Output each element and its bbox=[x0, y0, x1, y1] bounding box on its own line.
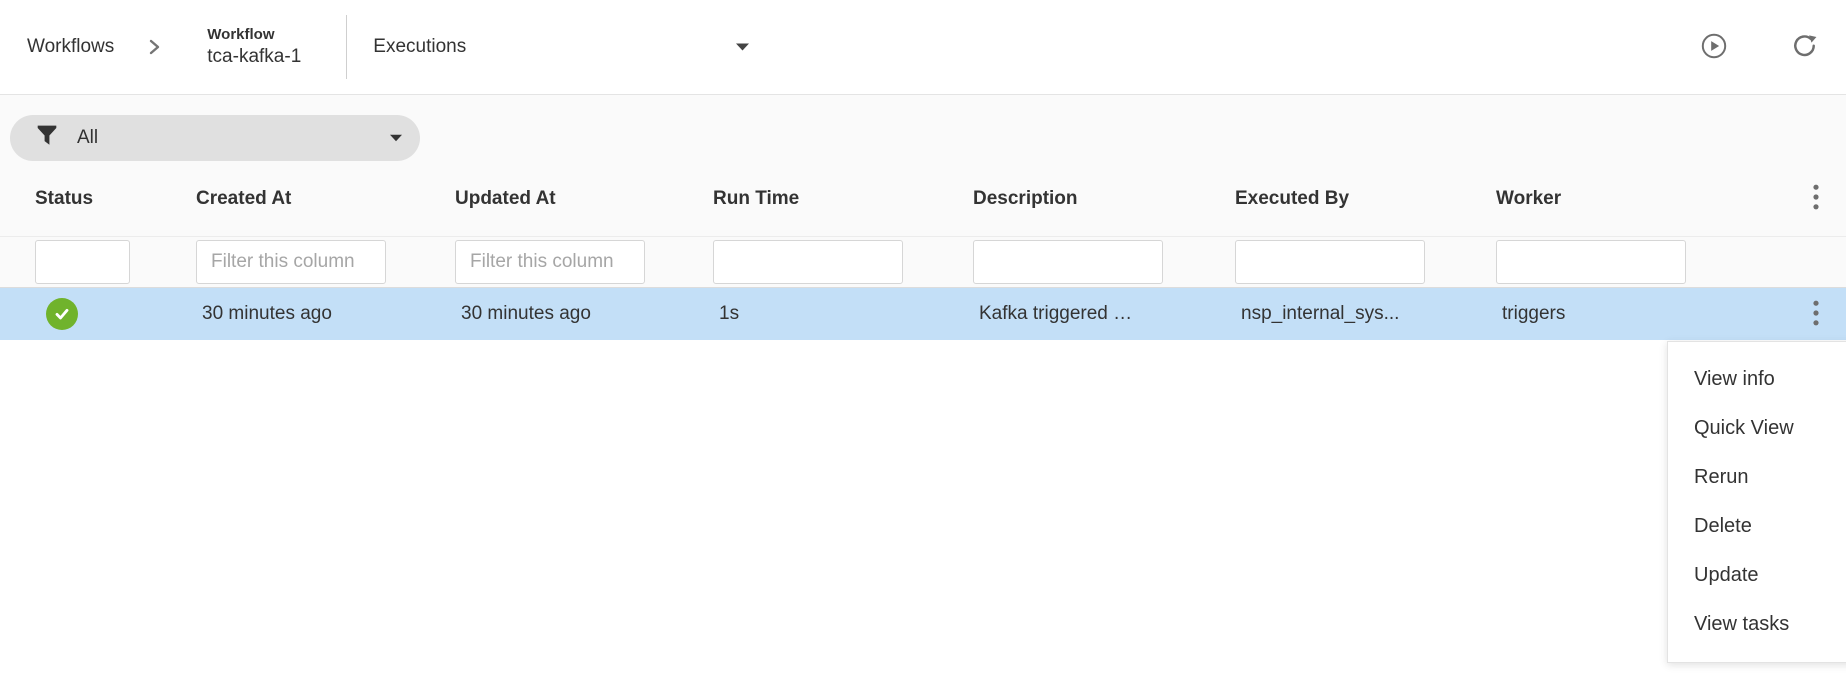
menu-item-delete[interactable]: Delete bbox=[1668, 502, 1846, 551]
kebab-icon bbox=[1813, 300, 1819, 329]
view-selector-value: Executions bbox=[373, 36, 466, 58]
header-divider bbox=[346, 15, 347, 79]
cell-updated-at: 30 minutes ago bbox=[455, 303, 713, 325]
filter-input-executed-by[interactable] bbox=[1235, 240, 1425, 284]
column-header-worker[interactable]: Worker bbox=[1496, 188, 1786, 210]
cell-worker: triggers bbox=[1496, 303, 1786, 325]
workflow-label: Workflow bbox=[207, 26, 301, 45]
refresh-icon bbox=[1791, 32, 1818, 62]
table-options-kebab-button[interactable] bbox=[1809, 180, 1823, 217]
cell-run-time: 1s bbox=[713, 303, 973, 325]
row-actions-kebab-button[interactable] bbox=[1809, 296, 1823, 333]
column-header-executed-by[interactable]: Executed By bbox=[1235, 188, 1496, 210]
header-bar: Workflows Workflow tca-kafka-1 Execution… bbox=[0, 0, 1846, 95]
status-success-icon bbox=[46, 298, 78, 330]
filter-input-worker[interactable] bbox=[1496, 240, 1686, 284]
kebab-icon bbox=[1813, 184, 1819, 213]
view-selector-dropdown[interactable]: Executions bbox=[373, 36, 755, 58]
column-header-status[interactable]: Status bbox=[35, 188, 196, 210]
caret-down-icon bbox=[390, 129, 402, 147]
filter-input-run-time[interactable] bbox=[713, 240, 903, 284]
column-filter-row bbox=[0, 237, 1846, 288]
filter-dropdown[interactable]: All bbox=[10, 115, 420, 161]
filter-toolbar: All bbox=[0, 95, 1846, 161]
column-header-run-time[interactable]: Run Time bbox=[713, 188, 973, 210]
play-circle-icon bbox=[1700, 32, 1728, 63]
column-header-description[interactable]: Description bbox=[973, 188, 1235, 210]
table-header-section: All Status Created At Updated At Run Tim… bbox=[0, 95, 1846, 288]
status-cell bbox=[35, 298, 196, 330]
filter-selected-value: All bbox=[77, 127, 390, 149]
menu-item-view-tasks[interactable]: View tasks bbox=[1668, 600, 1846, 649]
cell-created-at: 30 minutes ago bbox=[196, 303, 455, 325]
column-header-updated-at[interactable]: Updated At bbox=[455, 188, 713, 210]
breadcrumb-chevron-icon bbox=[146, 38, 162, 56]
executions-page: { "header": { "breadcrumb_root": "Workfl… bbox=[0, 0, 1846, 676]
refresh-button[interactable] bbox=[1784, 27, 1824, 67]
row-actions-context-menu: View info Quick View Rerun Delete Update… bbox=[1667, 341, 1846, 663]
menu-item-view-info[interactable]: View info bbox=[1668, 355, 1846, 404]
menu-item-rerun[interactable]: Rerun bbox=[1668, 453, 1846, 502]
filter-input-updated-at[interactable] bbox=[455, 240, 645, 284]
breadcrumb-workflows[interactable]: Workflows bbox=[27, 36, 114, 58]
filter-input-status[interactable] bbox=[35, 240, 130, 284]
column-header-created-at[interactable]: Created At bbox=[196, 188, 455, 210]
filter-funnel-icon bbox=[36, 124, 58, 152]
workflow-name: tca-kafka-1 bbox=[207, 45, 301, 69]
menu-item-quick-view[interactable]: Quick View bbox=[1668, 404, 1846, 453]
cell-executed-by: nsp_internal_sys... bbox=[1235, 303, 1496, 325]
cell-description: Kafka triggered … bbox=[973, 303, 1235, 325]
table-header-row: Status Created At Updated At Run Time De… bbox=[0, 161, 1846, 237]
caret-down-icon bbox=[736, 38, 749, 56]
breadcrumb-current-workflow: Workflow tca-kafka-1 bbox=[207, 26, 301, 69]
menu-item-update[interactable]: Update bbox=[1668, 551, 1846, 600]
execute-workflow-button[interactable] bbox=[1694, 27, 1734, 67]
execution-table-row[interactable]: 30 minutes ago 30 minutes ago 1s Kafka t… bbox=[0, 288, 1846, 340]
filter-input-description[interactable] bbox=[973, 240, 1163, 284]
filter-input-created-at[interactable] bbox=[196, 240, 386, 284]
